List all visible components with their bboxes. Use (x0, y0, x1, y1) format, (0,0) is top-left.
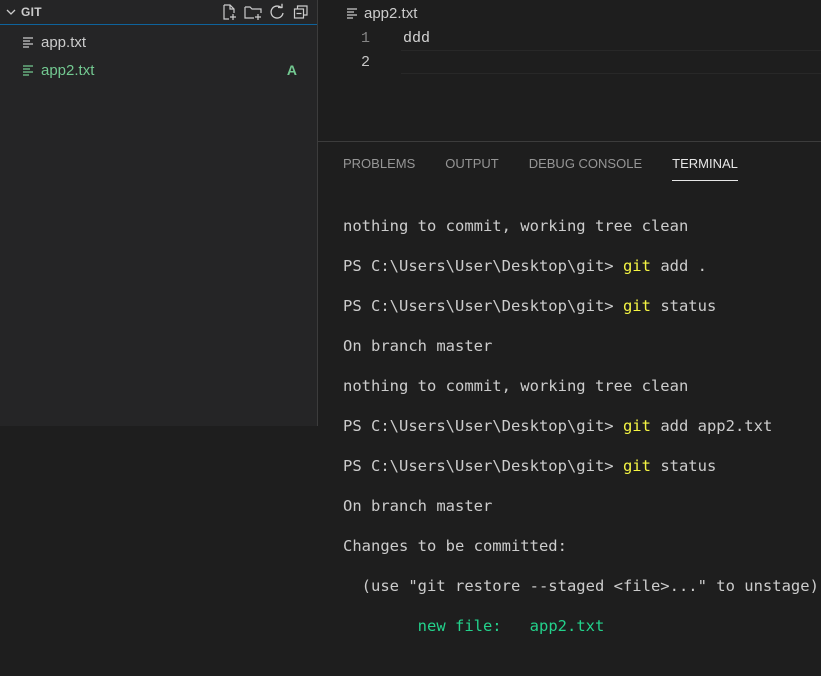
tab-output[interactable]: OUTPUT (445, 142, 498, 171)
terminal-line: new file: app2.txt (343, 616, 821, 636)
file-name: app.txt (41, 33, 87, 51)
terminal-command: git (622, 297, 651, 315)
explorer-sidebar: GIT app.txt app2.txt A (0, 0, 318, 426)
terminal-prompt: PS C:\Users\User\Desktop\git> (343, 257, 614, 275)
terminal-line: nothing to commit, working tree clean (343, 217, 689, 235)
code-editor[interactable]: 1 ddd 2 (318, 26, 821, 126)
editor-line: 1 ddd (318, 26, 821, 50)
bottom-panel: PROBLEMS OUTPUT DEBUG CONSOLE TERMINAL n… (318, 141, 821, 635)
terminal-prompt: PS C:\Users\User\Desktop\git> (343, 457, 614, 475)
collapse-all-icon[interactable] (291, 2, 311, 22)
terminal-line: PS C:\Users\User\Desktop\git> git status (343, 456, 821, 476)
staged-file: app2.txt (529, 617, 605, 635)
terminal-line: PS C:\Users\User\Desktop\git> git add . (343, 256, 821, 276)
terminal-command: git (622, 257, 651, 275)
git-status-badge: A (286, 62, 297, 78)
terminal-line: PS C:\Users\User\Desktop\git> git add ap… (343, 416, 821, 436)
current-line-highlight (401, 50, 821, 74)
editor-line-current: 2 (318, 50, 821, 74)
file-item-app2-txt[interactable]: app2.txt A (0, 56, 317, 84)
file-lines-icon (22, 36, 36, 48)
file-lines-icon (22, 64, 36, 76)
terminal-line: nothing to commit, working tree clean (343, 377, 689, 395)
file-lines-icon (346, 7, 358, 19)
tab-problems[interactable]: PROBLEMS (343, 142, 415, 171)
tab-terminal[interactable]: TERMINAL (672, 142, 738, 181)
editor-tab[interactable]: app2.txt (318, 0, 821, 26)
chevron-down-icon[interactable] (5, 6, 17, 18)
new-folder-icon[interactable] (243, 2, 263, 22)
staged-label: new file: (417, 617, 502, 635)
line-text: ddd (403, 29, 431, 47)
new-file-icon[interactable] (219, 2, 239, 22)
git-section-header[interactable]: GIT (0, 0, 317, 25)
terminal-line: (use "git restore --staged <file>..." to… (343, 577, 819, 595)
section-title: GIT (21, 5, 42, 19)
line-number: 2 (360, 53, 370, 71)
terminal-output[interactable]: nothing to commit, working tree clean PS… (318, 184, 821, 676)
line-number: 1 (360, 29, 370, 47)
panel-tabs: PROBLEMS OUTPUT DEBUG CONSOLE TERMINAL (318, 142, 821, 184)
tab-debug-console[interactable]: DEBUG CONSOLE (529, 142, 642, 171)
terminal-prompt: PS C:\Users\User\Desktop\git> (343, 297, 614, 315)
terminal-args: status (660, 297, 717, 315)
terminal-line: On branch master (343, 497, 493, 515)
editor-tab-label: app2.txt (364, 4, 418, 22)
refresh-icon[interactable] (267, 2, 287, 22)
terminal-line: On branch master (343, 337, 493, 355)
terminal-line: Changes to be committed: (343, 537, 567, 555)
terminal-args: add app2.txt (660, 417, 773, 435)
terminal-command: git (622, 457, 651, 475)
terminal-command: git (622, 417, 651, 435)
terminal-prompt: PS C:\Users\User\Desktop\git> (343, 417, 614, 435)
file-name: app2.txt (41, 61, 95, 79)
terminal-args: status (660, 457, 717, 475)
section-actions (219, 2, 311, 22)
terminal-line: PS C:\Users\User\Desktop\git> git status (343, 296, 821, 316)
terminal-args: add . (660, 257, 707, 275)
file-item-app-txt[interactable]: app.txt (0, 28, 317, 56)
